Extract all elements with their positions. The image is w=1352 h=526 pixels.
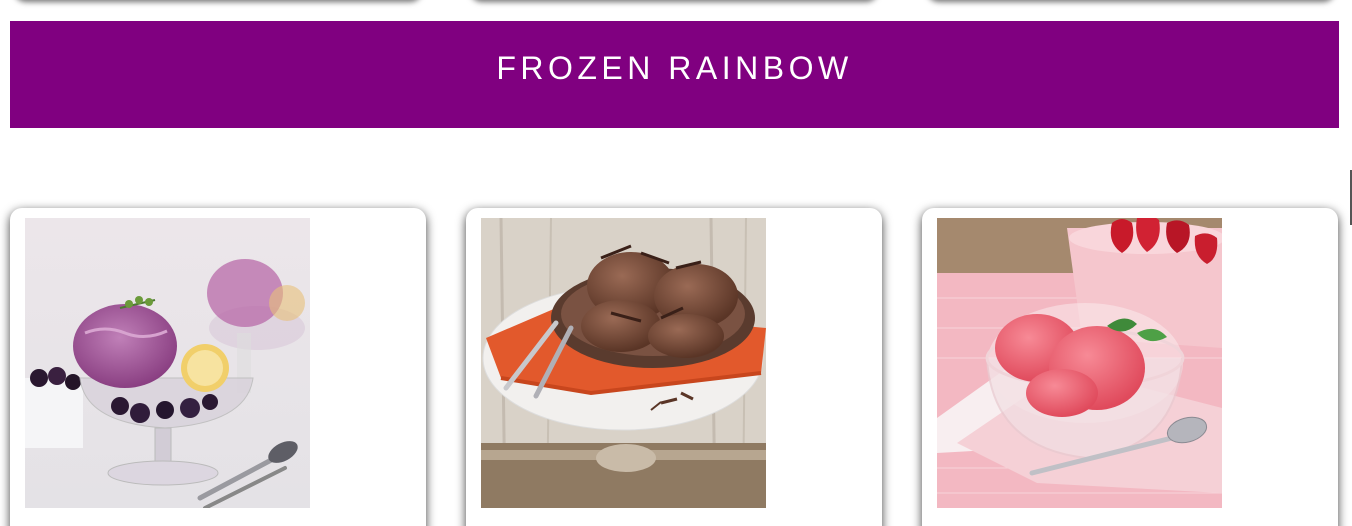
banner-title: FROZEN RAINBOW [496,50,853,86]
page: FROZEN RAINBOW [0,0,1352,526]
title-banner: FROZEN RAINBOW [10,21,1339,128]
chocolate-ice-cream-photo[interactable] [481,218,766,508]
strawberry-sorbet-photo[interactable] [937,218,1222,508]
product-card[interactable] [10,208,426,526]
blueberry-ice-cream-photo[interactable] [25,218,310,508]
product-card[interactable] [922,208,1338,526]
product-card[interactable] [466,208,882,526]
